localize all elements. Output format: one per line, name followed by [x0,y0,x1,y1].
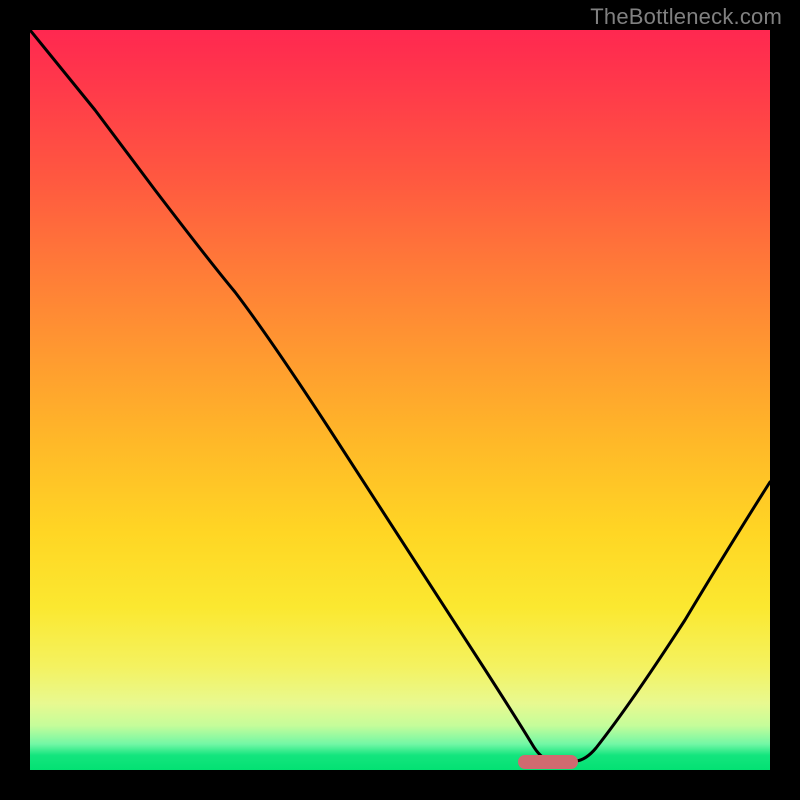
curve-layer [30,30,770,770]
plot-area [30,30,770,770]
chart-container: TheBottleneck.com [0,0,800,800]
bottleneck-curve [30,30,770,761]
optimum-marker [518,755,578,769]
watermark-text: TheBottleneck.com [590,4,782,30]
